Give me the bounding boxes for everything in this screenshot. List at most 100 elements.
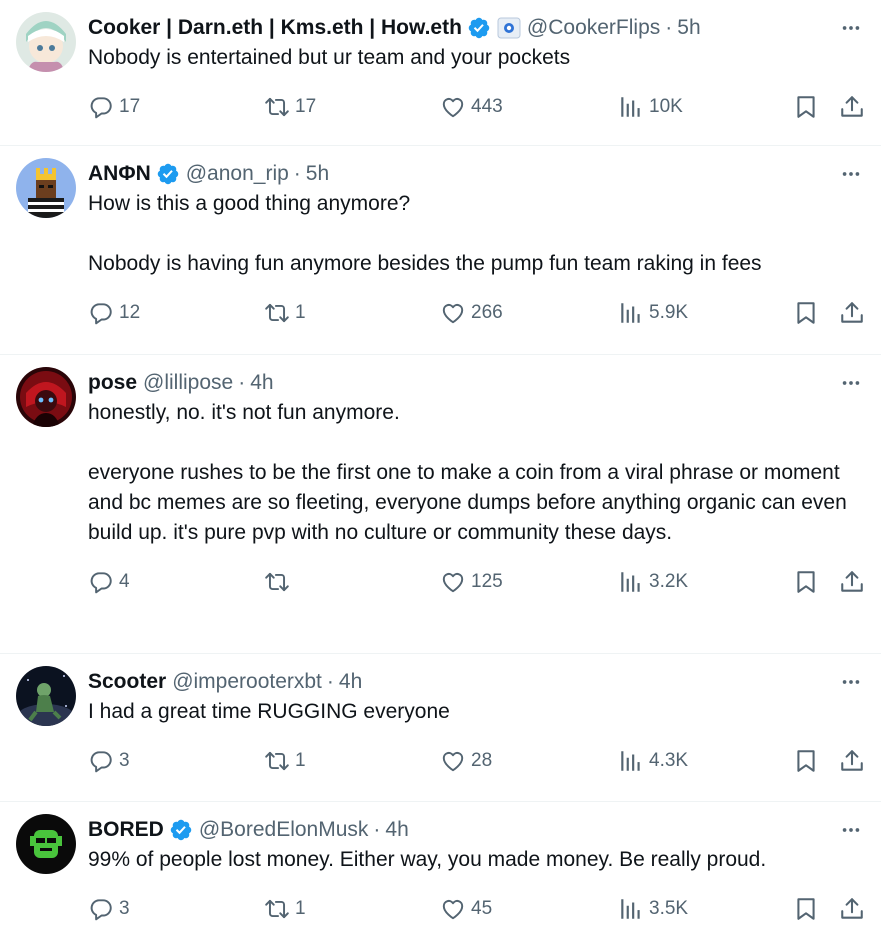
bookmark-button[interactable] bbox=[793, 569, 839, 595]
verified-badge-icon[interactable] bbox=[467, 16, 491, 40]
author-name[interactable]: Cooker | Darn.eth | Kms.eth | How.eth bbox=[88, 16, 462, 40]
reply-button[interactable]: 12 bbox=[88, 300, 264, 326]
action-bar: 4 125 3.2K bbox=[88, 558, 865, 606]
author-handle[interactable]: @BoredElonMusk bbox=[199, 818, 369, 842]
share-icon bbox=[839, 94, 865, 120]
reply-count: 17 bbox=[119, 96, 141, 117]
avatar[interactable] bbox=[16, 814, 76, 874]
view-count: 3.5K bbox=[649, 898, 689, 919]
reply-count: 3 bbox=[119, 898, 130, 919]
reply-button[interactable]: 17 bbox=[88, 94, 264, 120]
like-count: 443 bbox=[471, 96, 503, 117]
share-button[interactable] bbox=[839, 896, 865, 922]
more-options-button[interactable] bbox=[837, 14, 865, 42]
bookmark-icon bbox=[793, 300, 819, 326]
avatar-image bbox=[16, 158, 76, 218]
timestamp[interactable]: 5h bbox=[306, 162, 329, 186]
retweet-button[interactable]: 17 bbox=[264, 94, 440, 120]
retweet-button[interactable] bbox=[264, 569, 440, 595]
more-icon bbox=[840, 819, 862, 841]
views-button[interactable]: 5.9K bbox=[618, 300, 793, 326]
avatar[interactable] bbox=[16, 367, 76, 427]
avatar[interactable] bbox=[16, 158, 76, 218]
like-button[interactable]: 28 bbox=[440, 748, 618, 774]
share-button[interactable] bbox=[839, 94, 865, 120]
like-count: 28 bbox=[471, 750, 493, 771]
author-name[interactable]: ANΦN bbox=[88, 162, 151, 186]
verified-badge-icon[interactable] bbox=[169, 818, 193, 842]
heart-icon bbox=[440, 748, 466, 774]
action-bar: 17 17 443 10K bbox=[88, 83, 865, 131]
heart-icon bbox=[440, 94, 466, 120]
reply-button[interactable]: 4 bbox=[88, 569, 264, 595]
view-count: 5.9K bbox=[649, 302, 689, 323]
like-count: 45 bbox=[471, 898, 493, 919]
author-name[interactable]: BORED bbox=[88, 818, 164, 842]
like-button[interactable]: 266 bbox=[440, 300, 618, 326]
reply-count: 12 bbox=[119, 302, 141, 323]
author-handle[interactable]: @anon_rip bbox=[186, 162, 289, 186]
tweet[interactable]: Cooker | Darn.eth | Kms.eth | How.eth @C… bbox=[0, 0, 881, 146]
separator: · bbox=[238, 371, 246, 394]
tweet[interactable]: ANΦN @anon_rip · 5h How is this a good t… bbox=[0, 146, 881, 355]
action-bar: 3 1 28 4.3K bbox=[88, 737, 865, 785]
retweet-button[interactable]: 1 bbox=[264, 896, 440, 922]
retweet-count: 1 bbox=[295, 898, 306, 919]
author-handle[interactable]: @imperooterxbt bbox=[172, 670, 322, 694]
views-chart-icon bbox=[618, 94, 644, 120]
bookmark-button[interactable] bbox=[793, 896, 839, 922]
view-count: 3.2K bbox=[649, 571, 689, 592]
reply-button[interactable]: 3 bbox=[88, 748, 264, 774]
share-icon bbox=[839, 569, 865, 595]
views-button[interactable]: 10K bbox=[618, 94, 793, 120]
heart-icon bbox=[440, 896, 466, 922]
bookmark-button[interactable] bbox=[793, 748, 839, 774]
heart-icon bbox=[440, 569, 466, 595]
author-name[interactable]: pose bbox=[88, 371, 137, 395]
tweet[interactable]: BORED @BoredElonMusk · 4h 99% of people … bbox=[0, 802, 881, 943]
verified-badge-icon[interactable] bbox=[156, 162, 180, 186]
timestamp[interactable]: 4h bbox=[385, 818, 408, 842]
affiliate-badge-icon[interactable] bbox=[497, 17, 521, 39]
avatar[interactable] bbox=[16, 12, 76, 72]
views-button[interactable]: 4.3K bbox=[618, 748, 793, 774]
share-button[interactable] bbox=[839, 300, 865, 326]
views-button[interactable]: 3.5K bbox=[618, 896, 793, 922]
more-options-button[interactable] bbox=[837, 668, 865, 696]
more-options-button[interactable] bbox=[837, 369, 865, 397]
action-bar: 12 1 266 5.9K bbox=[88, 289, 865, 337]
action-bar: 3 1 45 3.5K bbox=[88, 885, 865, 933]
timestamp[interactable]: 4h bbox=[339, 670, 362, 694]
like-button[interactable]: 45 bbox=[440, 896, 618, 922]
like-button[interactable]: 125 bbox=[440, 569, 618, 595]
retweet-button[interactable]: 1 bbox=[264, 300, 440, 326]
author-handle[interactable]: @lillipose bbox=[143, 371, 233, 395]
retweet-icon bbox=[264, 300, 290, 326]
timestamp[interactable]: 4h bbox=[250, 371, 273, 395]
avatar[interactable] bbox=[16, 666, 76, 726]
author-name[interactable]: Scooter bbox=[88, 670, 166, 694]
timestamp[interactable]: 5h bbox=[677, 16, 700, 40]
views-button[interactable]: 3.2K bbox=[618, 569, 793, 595]
bookmark-button[interactable] bbox=[793, 94, 839, 120]
like-button[interactable]: 443 bbox=[440, 94, 618, 120]
bookmark-button[interactable] bbox=[793, 300, 839, 326]
views-chart-icon bbox=[618, 896, 644, 922]
retweet-count: 1 bbox=[295, 750, 306, 771]
more-icon bbox=[840, 17, 862, 39]
retweet-button[interactable]: 1 bbox=[264, 748, 440, 774]
tweet[interactable]: pose @lillipose · 4h honestly, no. it's … bbox=[0, 355, 881, 654]
more-options-button[interactable] bbox=[837, 160, 865, 188]
share-button[interactable] bbox=[839, 569, 865, 595]
more-options-button[interactable] bbox=[837, 816, 865, 844]
more-icon bbox=[840, 372, 862, 394]
tweet[interactable]: Scooter @imperooterxbt · 4h I had a grea… bbox=[0, 654, 881, 802]
reply-count: 4 bbox=[119, 571, 130, 592]
reply-button[interactable]: 3 bbox=[88, 896, 264, 922]
author-handle[interactable]: @CookerFlips bbox=[527, 16, 660, 40]
view-count: 10K bbox=[649, 96, 683, 117]
heart-icon bbox=[440, 300, 466, 326]
reply-icon bbox=[88, 896, 114, 922]
tweet-text: I had a great time RUGGING everyone bbox=[88, 700, 450, 723]
share-button[interactable] bbox=[839, 748, 865, 774]
